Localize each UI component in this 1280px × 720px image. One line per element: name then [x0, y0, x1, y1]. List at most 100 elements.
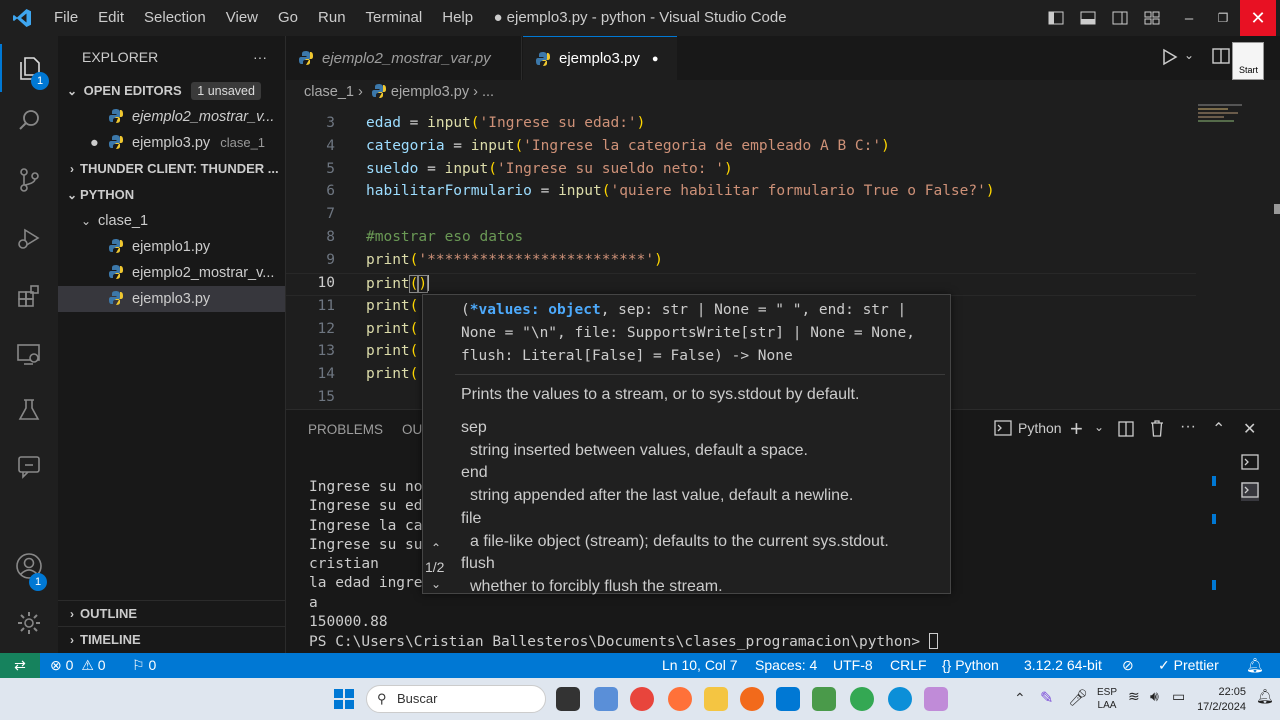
indentation[interactable]: Spaces: 4 — [755, 653, 817, 678]
minimize-icon[interactable]: – — [1172, 0, 1206, 36]
menu-view[interactable]: View — [216, 0, 268, 36]
source-control-icon[interactable] — [0, 156, 58, 204]
cursor-position[interactable]: Ln 10, Col 7 — [662, 653, 738, 678]
app-icon[interactable] — [740, 687, 764, 711]
split-editor-icon[interactable] — [1212, 48, 1230, 67]
toggle-sidebar-icon[interactable] — [1040, 0, 1072, 36]
open-editors-section[interactable]: ⌄ OPEN EDITORS 1 unsaved — [58, 78, 285, 104]
windows-taskbar: ⚲ Buscar ⌃ ✎ 🎤︎ ESP LAA ≋ 🔊︎ ▭ 22:05 17/2/2… — [0, 678, 1280, 720]
param-name: flush — [461, 555, 495, 572]
testing-icon[interactable] — [0, 386, 58, 434]
terminal-instance-icon[interactable] — [1241, 482, 1259, 501]
close-panel-icon[interactable]: ✕ — [1243, 419, 1256, 439]
notification-center-icon[interactable]: 🔔︎ — [1256, 688, 1274, 705]
terminal-instance-icon[interactable] — [1241, 454, 1259, 473]
more-actions-icon[interactable]: ··· — [1180, 418, 1196, 436]
language-mode[interactable]: {} Python — [942, 653, 999, 678]
restore-icon[interactable]: ❐ — [1206, 0, 1240, 36]
thunder-client-section[interactable]: › THUNDER CLIENT: THUNDER ... — [58, 156, 285, 182]
tab-output[interactable]: OU — [402, 422, 422, 437]
vscode-taskbar-icon[interactable] — [776, 687, 800, 711]
thunder-client-icon[interactable] — [0, 442, 58, 490]
language-indicator[interactable]: ESP LAA — [1097, 686, 1117, 712]
extensions-icon[interactable] — [0, 272, 58, 320]
menu-go[interactable]: Go — [268, 0, 308, 36]
file-item-selected[interactable]: ejemplo3.py — [58, 286, 285, 312]
prettier-indicator[interactable]: ✓ Prettier — [1158, 653, 1219, 678]
file-item[interactable]: ejemplo2_mostrar_v... — [58, 260, 285, 286]
split-terminal-icon[interactable] — [1118, 421, 1134, 440]
menu-run[interactable]: Run — [308, 0, 356, 36]
line-ending[interactable]: CRLF — [890, 653, 927, 678]
wifi-icon[interactable]: ≋ — [1128, 688, 1140, 705]
tab-problems[interactable]: PROBLEMS — [308, 422, 383, 437]
taskbar-search[interactable]: ⚲ Buscar — [366, 685, 546, 713]
menu-selection[interactable]: Selection — [134, 0, 216, 36]
account-icon[interactable]: 1 — [0, 542, 58, 591]
task-view-icon[interactable] — [556, 687, 580, 711]
python-folder-section[interactable]: ⌄ PYTHON — [58, 182, 285, 208]
manage-gear-icon[interactable] — [0, 599, 58, 647]
terminal-prompt[interactable]: PS C:\Users\Cristian Ballesteros\Documen… — [309, 633, 938, 650]
next-signature-icon[interactable]: ⌄ — [431, 577, 441, 591]
customize-layout-icon[interactable] — [1136, 0, 1168, 36]
app-icon[interactable] — [594, 687, 618, 711]
terminal-selector[interactable]: Python — [994, 420, 1062, 436]
toggle-secondary-sidebar-icon[interactable] — [1104, 0, 1136, 36]
chrome-icon[interactable] — [630, 687, 654, 711]
terminal-dropdown-icon[interactable]: ⌄ — [1094, 420, 1104, 434]
timeline-section[interactable]: › TIMELINE — [58, 626, 286, 652]
toggle-panel-icon[interactable] — [1072, 0, 1104, 36]
unsaved-dot-icon[interactable]: ● — [652, 53, 659, 65]
menu-file[interactable]: File — [44, 0, 88, 36]
windows-start-icon[interactable] — [334, 689, 354, 712]
menu-edit[interactable]: Edit — [88, 0, 134, 36]
volume-icon[interactable]: 🔊︎ — [1150, 688, 1159, 705]
encoding[interactable]: UTF-8 — [833, 653, 873, 678]
file-explorer-icon[interactable] — [704, 687, 728, 711]
breadcrumb-file[interactable]: ejemplo3.py — [391, 84, 469, 100]
menu-terminal[interactable]: Terminal — [356, 0, 433, 36]
remote-indicator-icon[interactable]: ⇄ — [0, 653, 40, 678]
edge-icon[interactable] — [888, 687, 912, 711]
run-file-icon[interactable] — [1162, 48, 1178, 69]
microphone-icon[interactable]: 🎤︎ — [1068, 688, 1088, 708]
tab-ejemplo2[interactable]: ejemplo2_mostrar_var.py — [286, 36, 522, 80]
outline-section[interactable]: › OUTLINE — [58, 600, 286, 626]
file-item[interactable]: ejemplo1.py — [58, 234, 285, 260]
ports-indicator[interactable]: ⚐ 0 — [132, 653, 156, 678]
tab-ejemplo3[interactable]: ejemplo3.py ● — [523, 36, 677, 80]
previous-signature-icon[interactable]: ⌃ — [431, 541, 441, 555]
open-editor-name: ejemplo3.py — [132, 135, 211, 151]
maximize-panel-icon[interactable]: ⌃ — [1212, 419, 1225, 439]
problems-indicator[interactable]: ⊗ 0 ⚠ 0 — [50, 653, 106, 678]
app-icon[interactable] — [812, 687, 836, 711]
close-window-icon[interactable]: ✕ — [1240, 0, 1276, 36]
no-bell-icon[interactable]: ⊘ — [1122, 653, 1134, 678]
chrome-profile-icon[interactable] — [850, 687, 874, 711]
minimap[interactable] — [1196, 104, 1280, 409]
pen-icon[interactable]: ✎ — [1040, 688, 1053, 708]
start-thumbnail[interactable]: Start — [1232, 42, 1264, 80]
folder-clase-1[interactable]: ⌄ clase_1 — [58, 208, 285, 234]
remote-explorer-icon[interactable] — [0, 330, 58, 378]
menu-help[interactable]: Help — [432, 0, 483, 36]
open-editor-item[interactable]: ejemplo2_mostrar_v... — [58, 104, 285, 130]
clock[interactable]: 22:05 17/2/2024 — [1194, 685, 1246, 715]
app-icon[interactable] — [924, 687, 948, 711]
explorer-more-icon[interactable]: ··· — [253, 36, 267, 78]
firefox-icon[interactable] — [668, 687, 692, 711]
tray-chevron-icon[interactable]: ⌃ — [1014, 690, 1026, 707]
notifications-bell-icon[interactable]: 🔔︎ — [1246, 653, 1264, 678]
trash-icon[interactable] — [1150, 420, 1164, 440]
new-terminal-icon[interactable]: + — [1070, 416, 1083, 442]
run-debug-icon[interactable] — [0, 214, 58, 262]
python-interpreter[interactable]: 3.12.2 64-bit — [1024, 653, 1102, 678]
breadcrumb-tail[interactable]: › ... — [473, 84, 494, 100]
run-dropdown-icon[interactable]: ⌄ — [1184, 48, 1194, 62]
open-editor-item-active[interactable]: ● ejemplo3.py clase_1 — [58, 130, 285, 156]
breadcrumb-folder[interactable]: clase_1 — [304, 84, 354, 100]
search-icon[interactable] — [0, 96, 58, 144]
explorer-icon[interactable]: 1 — [0, 44, 58, 92]
battery-icon[interactable]: ▭ — [1172, 688, 1185, 705]
